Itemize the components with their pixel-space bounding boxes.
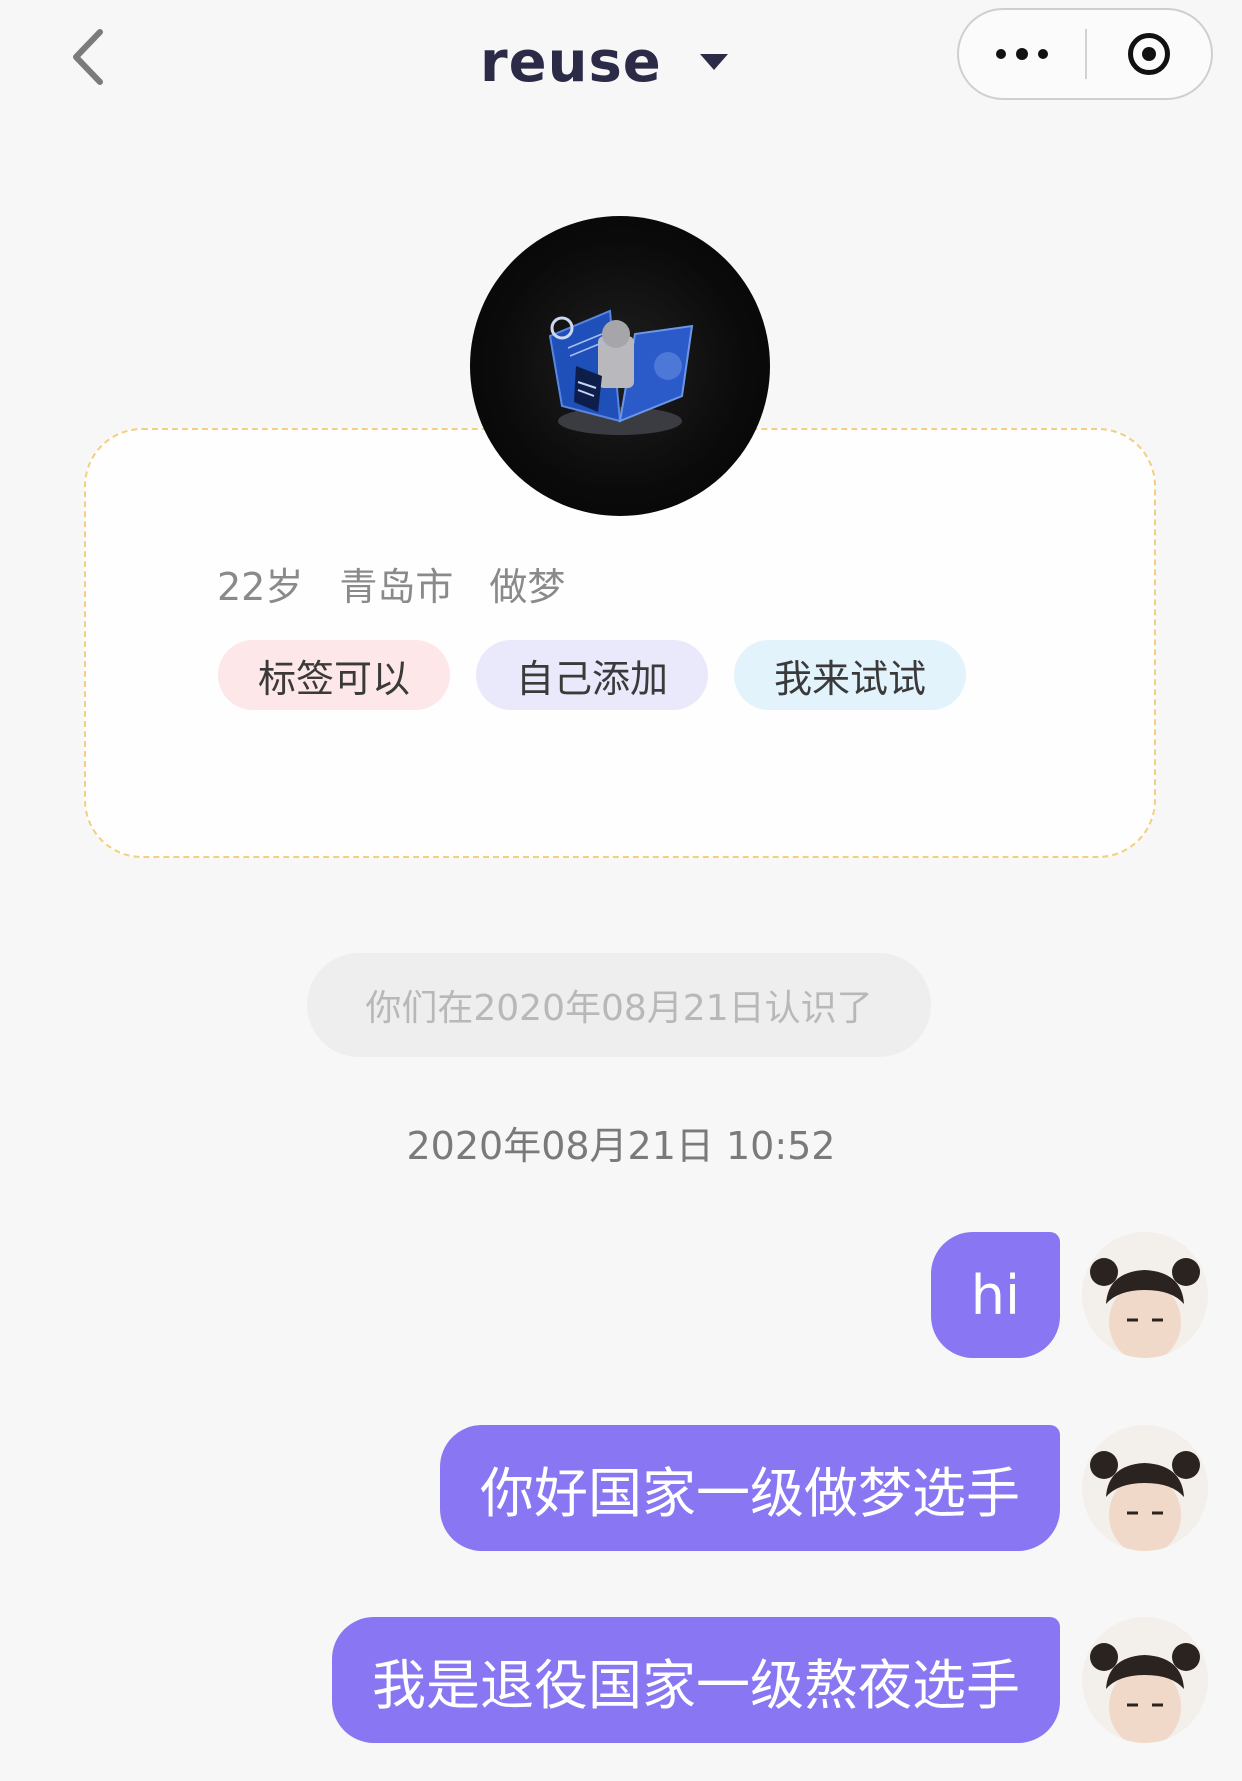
self-avatar[interactable]: [1082, 1232, 1208, 1358]
conversation-title-dropdown[interactable]: reuse: [480, 22, 728, 102]
profile-city: 青岛市: [339, 565, 454, 609]
back-button[interactable]: [60, 22, 116, 92]
profile-avatar-image: [548, 309, 694, 435]
profile-tag[interactable]: 我来试试: [734, 640, 966, 710]
met-since-notice: 你们在2020年08月21日认识了: [307, 953, 931, 1057]
message-row: 你好国家一级做梦选手: [440, 1425, 1208, 1551]
profile-occupation: 做梦: [489, 565, 566, 609]
profile-tags: 标签可以 自己添加 我来试试: [218, 640, 966, 710]
close-miniprogram-button[interactable]: [1087, 10, 1211, 98]
caret-down-icon: [699, 54, 728, 70]
message-timestamp: 2020年08月21日 10:52: [406, 1124, 836, 1168]
user-avatar-icon: [1082, 1425, 1208, 1551]
target-circle-icon: [1128, 33, 1170, 75]
message-row: hi: [930, 1232, 1208, 1358]
more-button[interactable]: [959, 10, 1085, 98]
profile-age: 22岁: [217, 565, 304, 609]
profile-tag[interactable]: 标签可以: [218, 640, 450, 710]
profile-avatar[interactable]: [470, 216, 770, 516]
user-avatar-icon: [1082, 1232, 1208, 1358]
message-row: 我是退役国家一级熬夜选手: [332, 1617, 1208, 1743]
self-avatar[interactable]: [1082, 1617, 1208, 1743]
profile-tag[interactable]: 自己添加: [476, 640, 708, 710]
user-avatar-icon: [1082, 1617, 1208, 1743]
chevron-left-icon: [73, 29, 103, 85]
profile-meta: 22岁 青岛市 做梦: [217, 556, 565, 611]
message-bubble[interactable]: hi: [930, 1232, 1060, 1358]
self-avatar[interactable]: [1082, 1425, 1208, 1551]
more-dots-icon: [996, 49, 1006, 59]
conversation-title: reuse: [480, 29, 662, 95]
miniprogram-capsule: [957, 8, 1213, 100]
message-bubble[interactable]: 我是退役国家一级熬夜选手: [332, 1617, 1060, 1743]
message-bubble[interactable]: 你好国家一级做梦选手: [440, 1425, 1060, 1551]
